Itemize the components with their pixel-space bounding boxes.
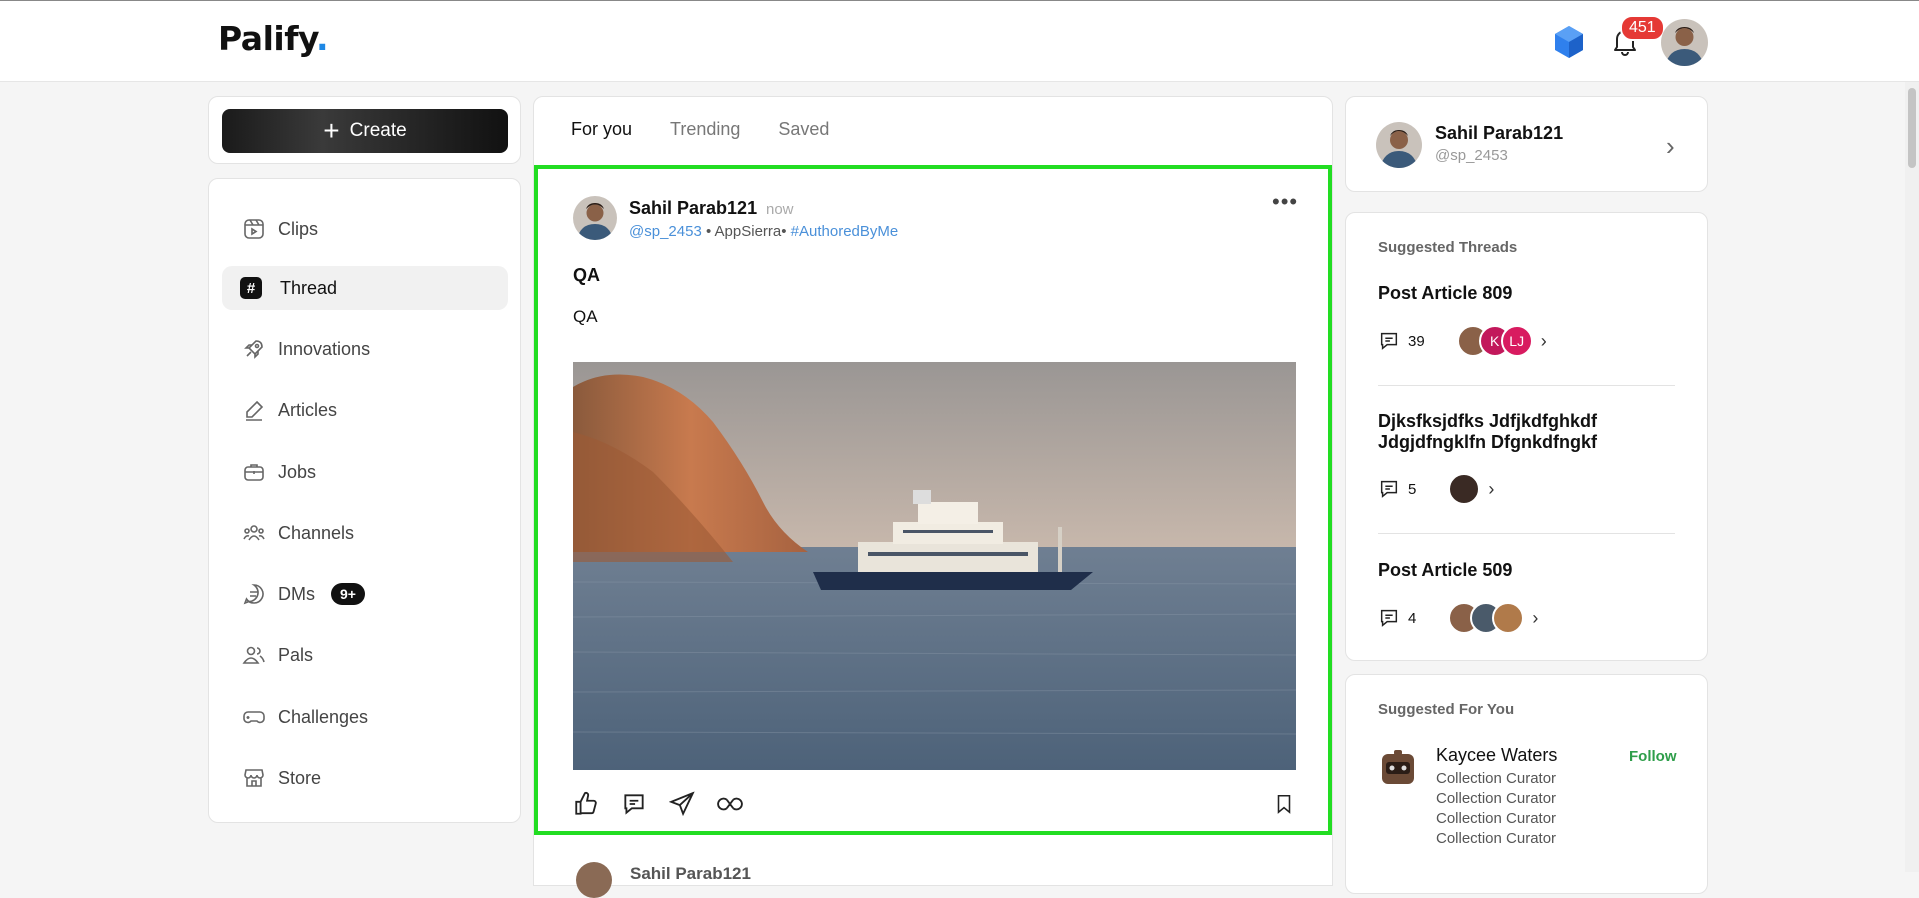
post-time: now xyxy=(766,201,794,218)
suggested-threads-card: Suggested Threads Post Article 809 39 K … xyxy=(1345,212,1708,661)
chevron-right-icon: › xyxy=(1532,607,1539,628)
feed-tabs: For you Trending Saved xyxy=(571,119,829,140)
suggested-for-you-heading: Suggested For You xyxy=(1378,701,1515,718)
post-org[interactable]: AppSierra xyxy=(715,223,782,240)
chat-icon xyxy=(243,584,264,605)
post-hashtag[interactable]: #AuthoredByMe xyxy=(791,223,899,240)
robot-avatar[interactable] xyxy=(1378,748,1418,788)
post-image-yacht[interactable] xyxy=(573,362,1296,770)
suggested-thread-title[interactable]: Post Article 509 xyxy=(1378,560,1678,581)
more-options-icon[interactable]: ••• xyxy=(1272,189,1298,215)
post-author-handle[interactable]: @sp_2453 xyxy=(629,223,702,240)
sidebar-item-channels[interactable]: Channels xyxy=(222,511,508,555)
thread-post: Sahil Parab121 now @sp_2453 • AppSierra•… xyxy=(534,165,1332,835)
profile-handle: @sp_2453 xyxy=(1435,147,1508,164)
suggested-threads-heading: Suggested Threads xyxy=(1378,239,1518,256)
post-author-name[interactable]: Sahil Parab121 xyxy=(629,198,757,219)
user-avatar[interactable] xyxy=(1661,19,1708,66)
gem-icon[interactable] xyxy=(1553,25,1585,59)
suggested-user-role: Collection Curator xyxy=(1436,770,1557,787)
people-icon xyxy=(243,525,265,541)
chevron-right-icon: › xyxy=(1488,478,1495,499)
sidebar-item-pals[interactable]: Pals xyxy=(222,633,508,677)
comment-icon[interactable] xyxy=(621,791,647,817)
suggested-thread-stats: 5 › xyxy=(1378,473,1494,505)
repost-icon[interactable] xyxy=(717,791,743,817)
page-scrollbar[interactable] xyxy=(1905,82,1919,872)
post-meta: @sp_2453 • AppSierra• #AuthoredByMe xyxy=(629,223,899,240)
palify-logo[interactable]: Palify. xyxy=(218,19,329,58)
users-icon xyxy=(242,646,265,664)
notification-badge: 451 xyxy=(1620,15,1665,41)
comment-icon xyxy=(1380,609,1398,627)
comment-icon xyxy=(1380,332,1398,350)
create-button[interactable]: + Create xyxy=(222,109,508,153)
avatar xyxy=(1492,602,1525,634)
comment-count: 5 xyxy=(1408,480,1417,498)
next-post-author-name[interactable]: Sahil Parab121 xyxy=(630,864,751,884)
profile-card[interactable]: Sahil Parab121 @sp_2453 › xyxy=(1345,96,1708,192)
avatar xyxy=(1448,473,1481,505)
store-icon xyxy=(244,769,264,787)
divider xyxy=(1378,385,1675,386)
sidebar-nav: Clips # Thread Innovations Articles Jobs… xyxy=(208,178,521,823)
suggested-user-role: Collection Curator xyxy=(1436,790,1557,807)
post-body: QA xyxy=(573,307,598,326)
chevron-right-icon: › xyxy=(1666,131,1675,161)
plus-icon: + xyxy=(323,115,340,146)
like-icon[interactable] xyxy=(573,791,599,817)
profile-avatar xyxy=(1376,122,1422,168)
dm-count-badge: 9+ xyxy=(331,583,365,605)
participant-avatars[interactable]: K LJ › xyxy=(1456,325,1547,357)
suggested-user-name[interactable]: Kaycee Waters xyxy=(1436,745,1557,766)
suggested-thread-stats: 39 K LJ › xyxy=(1378,325,1547,357)
clips-icon xyxy=(244,219,264,239)
briefcase-icon xyxy=(244,464,264,481)
gamepad-icon xyxy=(243,711,265,724)
pen-icon xyxy=(246,400,264,421)
suggested-for-you-card: Suggested For You Kaycee Waters Follow C… xyxy=(1345,674,1708,894)
chevron-right-icon: › xyxy=(1540,330,1547,351)
divider xyxy=(1378,533,1675,534)
comment-count: 39 xyxy=(1408,332,1425,350)
top-navbar: Palify. 451 xyxy=(0,0,1919,82)
tab-saved[interactable]: Saved xyxy=(778,119,829,140)
profile-name: Sahil Parab121 xyxy=(1435,123,1564,143)
sidebar-item-articles[interactable]: Articles xyxy=(222,388,508,432)
sidebar-item-innovations[interactable]: Innovations xyxy=(222,327,508,371)
avatar: LJ xyxy=(1500,325,1533,357)
tab-for-you[interactable]: For you xyxy=(571,119,632,140)
sidebar-item-clips[interactable]: Clips xyxy=(222,207,508,251)
follow-button[interactable]: Follow xyxy=(1629,748,1677,765)
participant-avatars[interactable]: › xyxy=(1448,473,1494,505)
hash-icon: # xyxy=(240,277,262,299)
sidebar-item-dms[interactable]: DMs 9+ xyxy=(222,572,508,616)
participant-avatars[interactable]: › xyxy=(1448,602,1538,634)
bookmark-icon[interactable] xyxy=(1273,793,1295,820)
suggested-thread-stats: 4 › xyxy=(1378,602,1538,634)
suggested-user-role: Collection Curator xyxy=(1436,810,1557,827)
create-card: + Create xyxy=(208,96,521,164)
post-title: QA xyxy=(573,265,600,285)
author-avatar[interactable] xyxy=(573,196,617,240)
tab-trending[interactable]: Trending xyxy=(670,119,740,140)
share-icon[interactable] xyxy=(669,791,695,817)
post-actions xyxy=(573,791,743,817)
sidebar-item-store[interactable]: Store xyxy=(222,756,508,800)
next-post-avatar[interactable] xyxy=(576,862,612,898)
suggested-thread-title[interactable]: Djksfksjdfks Jdfjkdfghkdf Jdgjdfngklfn D… xyxy=(1378,411,1678,453)
suggested-thread-title[interactable]: Post Article 809 xyxy=(1378,283,1678,304)
rocket-icon xyxy=(244,340,263,359)
sidebar-item-challenges[interactable]: Challenges xyxy=(222,695,508,739)
sidebar-item-thread[interactable]: # Thread xyxy=(222,266,508,310)
sidebar-item-jobs[interactable]: Jobs xyxy=(222,450,508,494)
suggested-user-role: Collection Curator xyxy=(1436,830,1557,847)
comment-icon xyxy=(1380,480,1398,498)
comment-count: 4 xyxy=(1408,609,1417,627)
